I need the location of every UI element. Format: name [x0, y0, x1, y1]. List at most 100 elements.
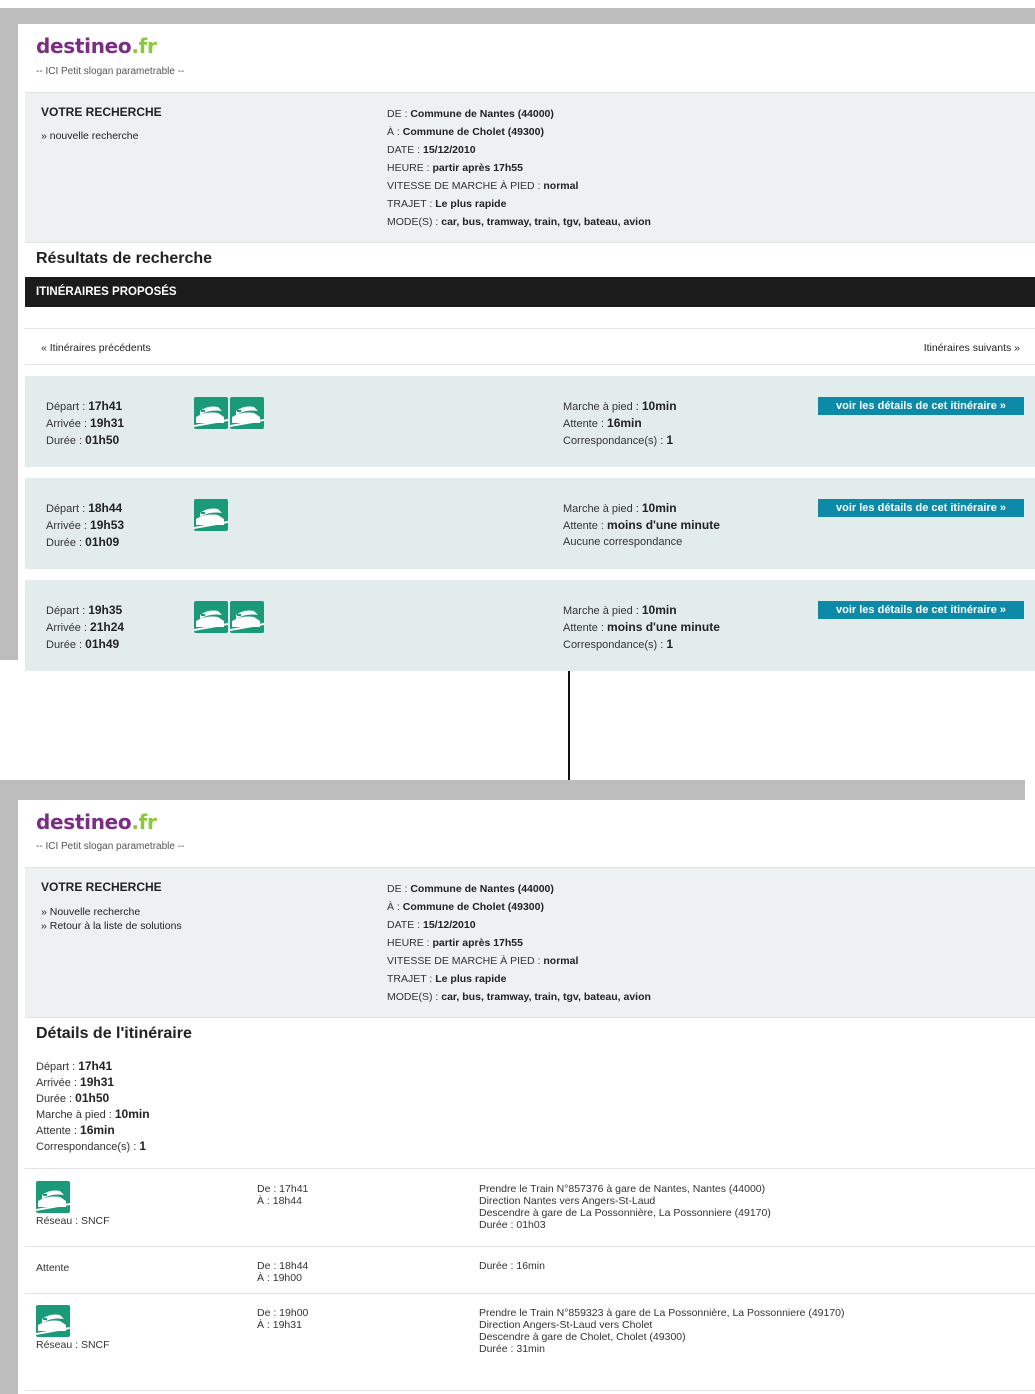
- walking-time-value: 10min: [641, 399, 677, 413]
- search-criteria: DE : Commune de Nantes (44000) À : Commun…: [387, 880, 651, 1006]
- itinerary-times: Départ : 17h41 Arrivée : 19h31 Durée : 01h…: [46, 398, 124, 449]
- criteria-item-label: DATE :: [387, 144, 423, 156]
- summary-item-label: Correspondance(s) :: [36, 1141, 140, 1153]
- arrival-time: Arrivée : 19h31: [46, 415, 124, 432]
- criteria-item-label: À :: [387, 901, 403, 913]
- segment-times: De : 17h41 À : 18h44: [257, 1183, 308, 1207]
- waiting-time: Attente : moins d'une minute: [563, 517, 720, 534]
- divider: [25, 1390, 1035, 1391]
- criteria-item: TRAJET : Le plus rapide: [387, 970, 651, 988]
- criteria-item: DE : Commune de Nantes (44000): [387, 105, 651, 123]
- criteria-item-label: DE :: [387, 883, 411, 895]
- results-title: Résultats de recherche: [36, 250, 213, 267]
- view-details-button[interactable]: voir les détails de cet itinéraire »: [818, 397, 1024, 415]
- brand-logo[interactable]: destineo.fr: [36, 810, 157, 834]
- search-summary-title: VOTRE RECHERCHE: [41, 880, 162, 894]
- next-itineraries-link[interactable]: Itinéraires suivants »: [924, 342, 1020, 354]
- summary-item-label: Durée :: [36, 1093, 76, 1105]
- previous-itineraries-link[interactable]: « Itinéraires précédents: [41, 342, 151, 354]
- view-details-button[interactable]: voir les détails de cet itinéraire »: [818, 499, 1024, 517]
- criteria-item-label: HEURE :: [387, 162, 433, 174]
- summary-item: Correspondance(s) : 1: [36, 1139, 150, 1155]
- criteria-item-label: TRAJET :: [387, 198, 436, 210]
- waiting-time-label: Attente :: [563, 520, 608, 532]
- segment-time: De : 18h44: [257, 1260, 309, 1272]
- brand-logo[interactable]: destineo.fr: [36, 34, 157, 58]
- window-frame-left: [0, 780, 18, 1394]
- instruction-line: Prendre le Train N°859323 à gare de La P…: [479, 1307, 845, 1319]
- criteria-item-label: TRAJET :: [387, 973, 436, 985]
- transport-icons: [194, 499, 228, 531]
- transport-icons: [194, 397, 264, 429]
- segment-row: Réseau : SNCF De : 19h00 À : 19h31 Prendre …: [25, 1299, 1035, 1369]
- duration-value: 01h09: [85, 535, 120, 549]
- train-icon: [194, 601, 228, 633]
- segment-times: De : 19h00 À : 19h31: [257, 1307, 308, 1331]
- window-frame-top: [0, 8, 1035, 24]
- arrival-time-label: Arrivée :: [46, 520, 91, 532]
- summary-item-value: 1: [139, 1139, 147, 1153]
- segment-instructions: Durée : 16min: [479, 1260, 545, 1272]
- transport-icons: [194, 601, 264, 633]
- search-summary: VOTRE RECHERCHE » Nouvelle recherche » R…: [25, 867, 1035, 1018]
- instruction-line: Prendre le Train N°857376 à gare de Nant…: [479, 1183, 766, 1195]
- criteria-item: À : Commune de Cholet (49300): [387, 898, 651, 916]
- duration-label: Durée :: [46, 435, 86, 447]
- summary-item: Arrivée : 19h31: [36, 1075, 150, 1091]
- departure-time: Départ : 17h41: [46, 398, 124, 415]
- network-label: Réseau : SNCF: [36, 1215, 110, 1227]
- train-icon: [36, 1181, 70, 1213]
- departure-time-label: Départ :: [46, 401, 89, 413]
- itinerary-card: Départ : 17h41 Arrivée : 19h31 Durée : 01h…: [25, 376, 1035, 467]
- view-details-button[interactable]: voir les détails de cet itinéraire »: [818, 601, 1024, 619]
- divider: [25, 1293, 1035, 1294]
- criteria-item-value: partir après 17h55: [432, 937, 523, 949]
- criteria-item-value: car, bus, tramway, train, tgv, bateau, a…: [441, 991, 651, 1003]
- itinerary-stats: Marche à pied : 10min Attente : moins d'u…: [563, 602, 720, 653]
- itinerary-card: Départ : 19h35 Arrivée : 21h24 Durée : 01h…: [25, 580, 1035, 671]
- arrival-time: Arrivée : 19h53: [46, 517, 124, 534]
- waiting-time-label: Attente :: [563, 418, 608, 430]
- segment-time: De : 19h00: [257, 1307, 309, 1319]
- summary-item-value: 10min: [114, 1107, 150, 1121]
- window-frame-top: [0, 780, 1025, 800]
- summary-item: Marche à pied : 10min: [36, 1107, 150, 1123]
- back-to-list-link[interactable]: » Retour à la liste de solutions: [41, 919, 182, 933]
- itineraries-header: ITINÉRAIRES PROPOSÉS: [25, 277, 1035, 307]
- segment-row: Attente De : 18h44 À : 19h00 Durée : 16min: [25, 1252, 1035, 1292]
- criteria-item-value: 15/12/2010: [422, 144, 476, 156]
- criteria-item: DATE : 15/12/2010: [387, 141, 651, 159]
- criteria-item: TRAJET : Le plus rapide: [387, 195, 651, 213]
- walking-time-value: 10min: [641, 501, 677, 515]
- segment-times: De : 18h44 À : 19h00: [257, 1260, 308, 1284]
- criteria-item-label: DE :: [387, 108, 411, 120]
- itinerary-stats: Marche à pied : 10min Attente : 16min Corr…: [563, 398, 677, 449]
- new-search-link[interactable]: » Nouvelle recherche: [41, 905, 182, 919]
- duration: Durée : 01h50: [46, 432, 124, 449]
- divider: [25, 364, 1035, 365]
- connections-value: 1: [666, 433, 674, 447]
- criteria-item: DE : Commune de Nantes (44000): [387, 880, 651, 898]
- segment-mode: Réseau : SNCF: [36, 1181, 110, 1227]
- details-title: Détails de l'itinéraire: [36, 1025, 192, 1042]
- walking-time-label: Marche à pied :: [563, 503, 642, 515]
- search-summary-title: VOTRE RECHERCHE: [41, 105, 162, 119]
- train-icon: [230, 397, 264, 429]
- criteria-item-label: VITESSE DE MARCHE À PIED :: [387, 180, 544, 192]
- arrival-time-value: 21h24: [90, 620, 125, 634]
- departure-time-value: 17h41: [88, 399, 123, 413]
- duration: Durée : 01h49: [46, 636, 124, 653]
- summary-item-label: Départ :: [36, 1061, 79, 1073]
- segment-instructions: Prendre le Train N°859323 à gare de La P…: [479, 1307, 845, 1355]
- connections-label: Correspondance(s) :: [563, 639, 667, 651]
- summary-item-value: 01h50: [75, 1091, 110, 1105]
- summary-item-value: 19h31: [80, 1075, 115, 1089]
- segment-instructions: Prendre le Train N°857376 à gare de Nant…: [479, 1183, 771, 1231]
- itinerary-times: Départ : 18h44 Arrivée : 19h53 Durée : 01h…: [46, 500, 124, 551]
- divider: [25, 1168, 1035, 1169]
- summary-item-label: Arrivée :: [36, 1077, 81, 1089]
- departure-time-label: Départ :: [46, 605, 89, 617]
- new-search-link[interactable]: » nouvelle recherche: [41, 129, 138, 143]
- criteria-item-value: car, bus, tramway, train, tgv, bateau, a…: [441, 216, 651, 228]
- instruction-line: Descendre à gare de La Possonnière, La P…: [479, 1207, 771, 1219]
